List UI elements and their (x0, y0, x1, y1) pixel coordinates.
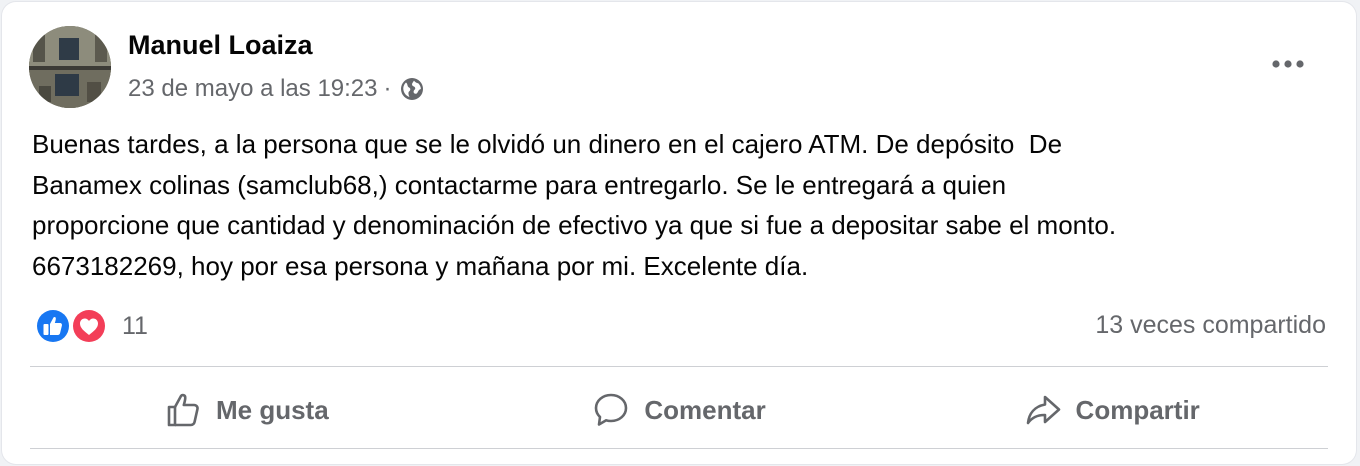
comment-button-label: Comentar (644, 394, 766, 425)
divider (30, 366, 1328, 367)
avatar-image (29, 26, 111, 108)
meta-separator: · (383, 75, 392, 102)
reactions-summary[interactable]: 11 (34, 307, 148, 345)
more-horizontal-icon (1272, 60, 1304, 68)
share-count[interactable]: 13 veces compartido (1095, 311, 1326, 340)
reaction-icons (34, 307, 110, 345)
like-button-label: Me gusta (215, 394, 329, 425)
avatar[interactable] (29, 26, 111, 108)
post-body-line: proporcione que cantidad y denominación … (32, 210, 1117, 240)
post-body-line: Buenas tardes, a la persona que se le ol… (32, 129, 1063, 159)
share-button[interactable]: Compartir (895, 370, 1328, 450)
love-reaction-icon (71, 308, 107, 344)
more-options-button[interactable] (1266, 46, 1310, 82)
share-arrow-icon (1026, 395, 1060, 425)
divider (30, 448, 1328, 449)
share-button-label: Compartir (1075, 394, 1200, 425)
reaction-count: 11 (122, 311, 148, 340)
comment-icon (595, 393, 628, 426)
post-body-line: 6673182269, hoy por esa persona y mañana… (32, 250, 809, 281)
action-bar: Me gusta Comentar Compartir (30, 370, 1328, 450)
globe-icon[interactable] (400, 77, 424, 101)
like-reaction-icon (35, 308, 71, 344)
comment-button[interactable]: Comentar (463, 370, 896, 450)
post-body: Buenas tardes, a la persona que se le ol… (32, 124, 1332, 286)
post-body-line: Banamex colinas (samclub68,) contactarme… (32, 169, 1007, 200)
thumbs-up-icon (167, 393, 199, 427)
author-name[interactable]: Manuel Loaiza (128, 30, 313, 61)
post-card: Manuel Loaiza 23 de mayo a las 19:23 · B… (2, 2, 1356, 464)
post-timestamp[interactable]: 23 de mayo a las 19:23 (128, 75, 378, 103)
post-meta: 23 de mayo a las 19:23 · (128, 74, 424, 104)
like-button[interactable]: Me gusta (30, 370, 463, 450)
